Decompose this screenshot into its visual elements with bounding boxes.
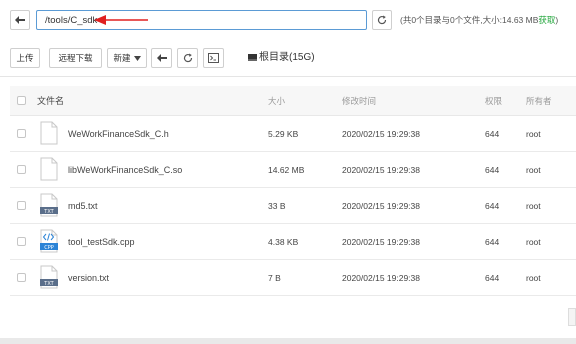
header-size[interactable]: 大小 <box>268 86 285 116</box>
file-name[interactable]: WeWorkFinanceSdk_C.h <box>68 116 169 152</box>
file-name[interactable]: libWeWorkFinanceSdk_C.so <box>68 152 182 188</box>
terminal-button[interactable] <box>203 48 224 68</box>
arrow-left-icon <box>156 54 167 62</box>
bottom-bar <box>0 338 576 344</box>
root-directory-link[interactable]: 根目录(15G) <box>248 48 315 68</box>
file-modified: 2020/02/15 19:29:38 <box>342 237 420 247</box>
directory-summary-text: (共0个目录与0个文件,大小:14.63 MB <box>400 15 539 25</box>
file-owner: root <box>526 201 541 211</box>
file-modified: 2020/02/15 19:29:38 <box>342 273 420 283</box>
refresh-icon <box>183 53 192 63</box>
arrow-left-icon <box>15 16 25 24</box>
remote-download-button[interactable]: 远程下载 <box>49 48 102 68</box>
directory-summary-close: ) <box>555 15 559 25</box>
refresh-button[interactable] <box>372 10 392 30</box>
terminal-icon <box>208 53 219 63</box>
toolbar-divider <box>0 76 576 77</box>
file-owner: root <box>526 165 541 175</box>
file-modified: 2020/02/15 19:29:38 <box>342 201 420 211</box>
file-permission[interactable]: 644 <box>485 116 499 152</box>
blank-file-icon <box>40 157 58 181</box>
header-modified[interactable]: 修改时间 <box>342 86 376 116</box>
row-checkbox[interactable] <box>17 201 26 210</box>
path-text: /tools/C_sdk <box>45 14 98 26</box>
cpp-file-icon: CPP <box>40 229 58 253</box>
file-size: 7 B <box>268 273 281 283</box>
table-header: 文件名 大小 修改时间 权限 所有者 <box>10 86 576 116</box>
row-checkbox[interactable] <box>17 273 26 282</box>
root-directory-label: 根目录(15G) <box>259 52 315 63</box>
file-permission[interactable]: 644 <box>485 260 499 296</box>
back-toolbar-button[interactable] <box>151 48 172 68</box>
file-owner: root <box>526 237 541 247</box>
table-row[interactable]: libWeWorkFinanceSdk_C.so 14.62 MB 2020/0… <box>10 152 576 188</box>
header-owner: 所有者 <box>526 96 552 106</box>
upload-button[interactable]: 上传 <box>10 48 40 68</box>
hard-drive-icon <box>248 54 257 61</box>
annotation-arrow-icon <box>94 15 148 25</box>
txt-file-icon: TXT <box>40 265 58 289</box>
remote-download-label: 远程下载 <box>58 53 93 63</box>
row-checkbox[interactable] <box>17 237 26 246</box>
scrollbar-thumb[interactable] <box>568 308 576 326</box>
file-size: 5.29 KB <box>268 129 299 139</box>
table-row[interactable]: TXT version.txt 7 B 2020/02/15 19:29:38 … <box>10 260 576 296</box>
path-bar: /tools/C_sdk (共0个目录与0个文件,大小:14.63 MB获取) <box>10 10 570 30</box>
caret-down-icon <box>133 55 141 61</box>
file-size: 4.38 KB <box>268 237 299 247</box>
file-owner: root <box>526 273 541 283</box>
row-checkbox[interactable] <box>17 129 26 138</box>
file-modified: 2020/02/15 19:29:38 <box>342 129 420 139</box>
row-checkbox[interactable] <box>17 165 26 174</box>
header-permission: 权限 <box>485 96 503 106</box>
table-row[interactable]: TXT md5.txt 33 B 2020/02/15 19:29:38 644… <box>10 188 576 224</box>
select-all-checkbox[interactable] <box>17 96 26 105</box>
file-permission[interactable]: 644 <box>485 224 499 260</box>
file-modified: 2020/02/15 19:29:38 <box>342 165 420 175</box>
file-toolbar: 上传 远程下载 新建 根目录(15G) <box>10 48 570 68</box>
file-permission[interactable]: 644 <box>485 152 499 188</box>
path-input[interactable]: /tools/C_sdk <box>36 10 367 30</box>
txt-icon-label: TXT <box>43 281 54 287</box>
new-dropdown-button[interactable]: 新建 <box>107 48 147 68</box>
file-permission[interactable]: 644 <box>485 188 499 224</box>
cpp-icon-label: CPP <box>44 245 54 251</box>
blank-file-icon <box>40 121 58 145</box>
table-row[interactable]: WeWorkFinanceSdk_C.h 5.29 KB 2020/02/15 … <box>10 116 576 152</box>
new-label: 新建 <box>113 53 131 63</box>
upload-label: 上传 <box>16 53 34 63</box>
txt-icon-label: TXT <box>43 209 54 215</box>
refresh-icon <box>377 15 387 25</box>
header-name[interactable]: 文件名 <box>37 86 64 116</box>
table-row[interactable]: CPP tool_testSdk.cpp 4.38 KB 2020/02/15 … <box>10 224 576 260</box>
file-size: 33 B <box>268 201 286 211</box>
file-owner: root <box>526 129 541 139</box>
file-table: 文件名 大小 修改时间 权限 所有者 WeWorkFinanceSdk_C.h … <box>10 86 576 296</box>
back-button[interactable] <box>10 10 30 30</box>
refresh-toolbar-button[interactable] <box>177 48 198 68</box>
file-size: 14.62 MB <box>268 165 305 175</box>
fetch-size-link[interactable]: 获取 <box>538 15 555 25</box>
txt-file-icon: TXT <box>40 193 58 217</box>
file-name[interactable]: md5.txt <box>68 188 98 224</box>
directory-summary: (共0个目录与0个文件,大小:14.63 MB获取) <box>400 10 558 30</box>
file-name[interactable]: version.txt <box>68 260 109 296</box>
file-name[interactable]: tool_testSdk.cpp <box>68 224 135 260</box>
